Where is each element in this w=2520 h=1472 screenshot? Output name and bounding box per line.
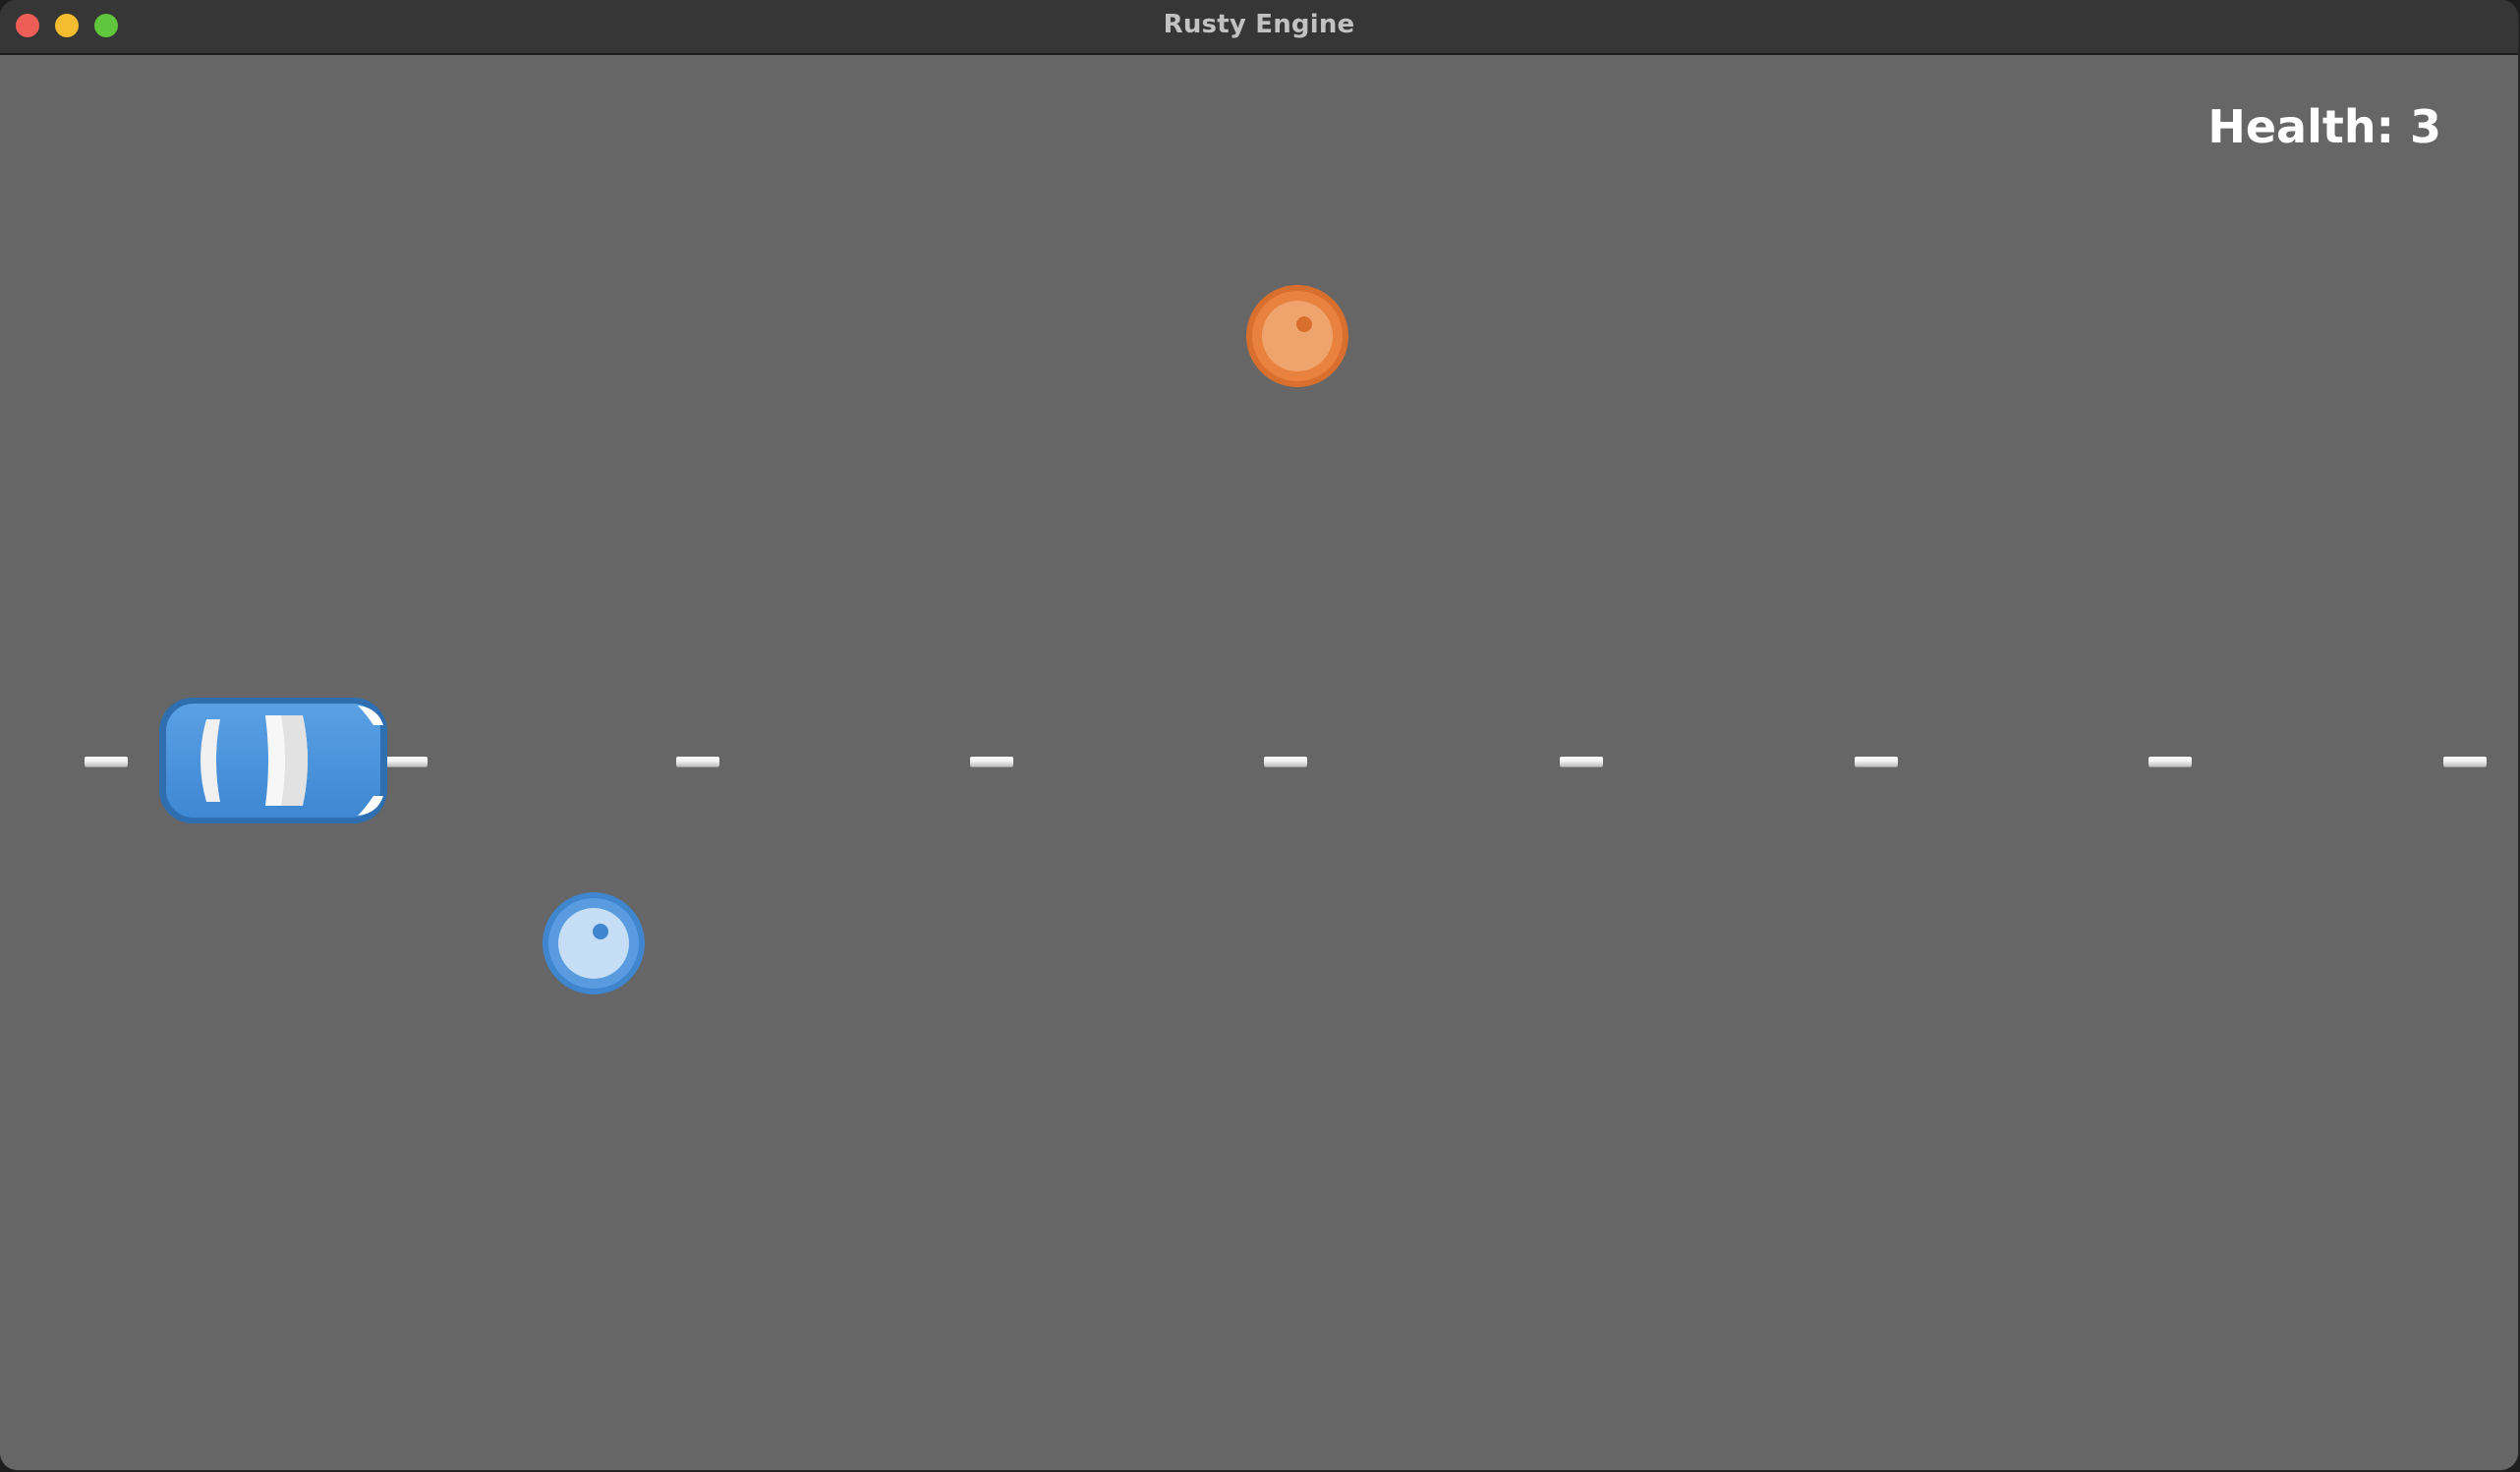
blue-barrel-sprite [543, 892, 645, 994]
lane-line [2443, 757, 2487, 766]
window-title: Rusty Engine [1163, 10, 1355, 39]
lane-line [1855, 757, 1898, 766]
game-window: Rusty Engine Health: 3 [0, 0, 2518, 1470]
health-counter: Health: 3 [2207, 100, 2441, 153]
lane-line [2148, 757, 2192, 766]
lane-line [1264, 757, 1307, 766]
lane-line [85, 757, 128, 766]
lane-line [970, 757, 1013, 766]
player-car-sprite[interactable] [155, 692, 393, 829]
title-bar: Rusty Engine [0, 0, 2518, 55]
game-canvas[interactable]: Health: 3 [0, 55, 2518, 1470]
lane-line [1560, 757, 1603, 766]
lane-line [676, 757, 719, 766]
orange-barrel-sprite [1246, 285, 1348, 387]
